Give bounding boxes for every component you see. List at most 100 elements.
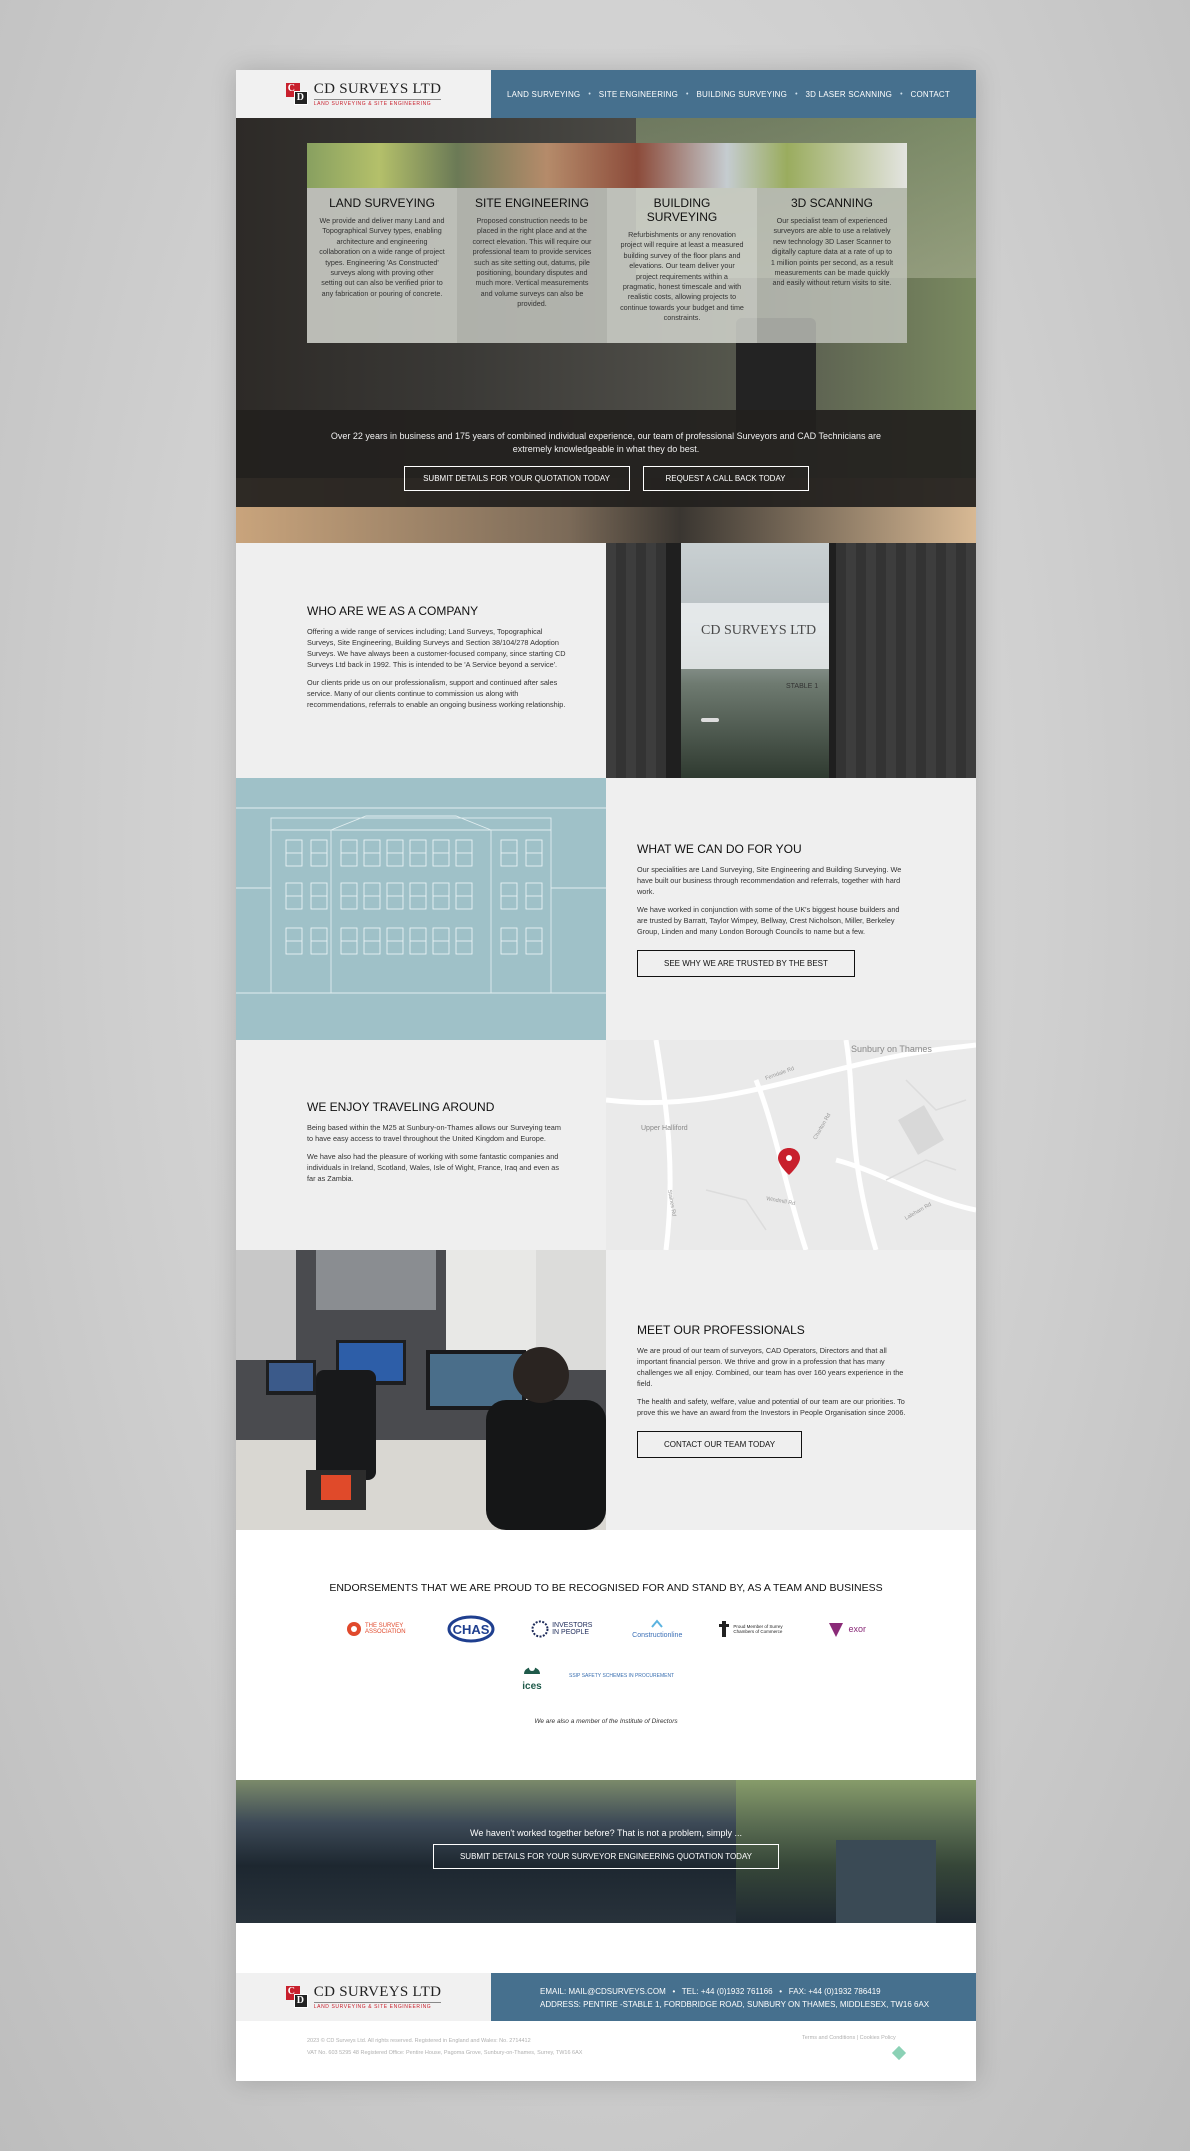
office-photo (236, 1250, 606, 1530)
iod-note: We are also a member of the Institute of… (534, 1718, 678, 1725)
svg-text:CHAS: CHAS (453, 1622, 490, 1637)
header-logo-area[interactable]: C D CD SURVEYS LTD LAND SURVEYING & SITE… (236, 70, 491, 118)
nav-separator: • (795, 90, 798, 98)
endorsements-section: ENDORSEMENTS THAT WE ARE PROUD TO BE REC… (236, 1530, 976, 1780)
trusted-button[interactable]: SEE WHY WE ARE TRUSTED BY THE BEST (637, 949, 855, 977)
map-canvas[interactable]: Sunbury on Thames Upper Halliford Fernda… (606, 1040, 976, 1250)
map-label: Charlton Rd (813, 1113, 833, 1141)
designer-logo-icon[interactable] (891, 2045, 907, 2061)
team-section: MEET OUR PROFESSIONALS We are proud of o… (236, 1250, 976, 1530)
service-card-building-surveying[interactable]: BUILDING SURVEYING Refurbishments or any… (607, 188, 757, 343)
legal-line: VAT No. 603 5295 48 Registered Office: P… (307, 2050, 583, 2056)
service-text: Proposed construction needs to be placed… (472, 216, 592, 309)
cd-logo-icon: C D (285, 83, 308, 105)
footer-separator: • (774, 1987, 787, 1996)
footer-fax: FAX: +44 (0)1932 786419 (788, 1987, 881, 1996)
location-map[interactable]: Sunbury on Thames Upper Halliford Fernda… (606, 1040, 976, 1250)
footer-address: ADDRESS: PENTIRE -STABLE 1, FORDBRIDGE R… (540, 2000, 930, 2009)
service-text: We provide and deliver many Land and Top… (319, 216, 445, 298)
site-header: C D CD SURVEYS LTD LAND SURVEYING & SITE… (236, 70, 976, 118)
ices-logo-icon[interactable]: ices (521, 1660, 543, 1692)
hero-section: LAND SURVEYING We provide and deliver ma… (236, 118, 976, 543)
nav-3d-laser-scanning[interactable]: 3D LASER SCANNING (806, 90, 893, 99)
nav-building-surveying[interactable]: BUILDING SURVEYING (696, 90, 787, 99)
chas-logo-icon[interactable]: CHAS (447, 1615, 495, 1643)
footer-contact: EMAIL: MAIL@CDSURVEYS.COM • TEL: +44 (0)… (491, 1973, 976, 2021)
service-card-3d-scanning[interactable]: 3D SCANNING Our specialist team of exper… (757, 188, 907, 343)
door-handle (701, 718, 719, 722)
nav-separator: • (588, 90, 591, 98)
footer-separator: • (668, 1987, 680, 1996)
who-paragraph: Offering a wide range of services includ… (307, 627, 566, 669)
hero-cta-band: Over 22 years in business and 175 years … (236, 410, 976, 507)
team-text: MEET OUR PROFESSIONALS We are proud of o… (606, 1250, 976, 1530)
who-text: WHO ARE WE AS A COMPANY Offering a wide … (236, 543, 606, 778)
map-label: Laleham Rd (904, 1202, 933, 1222)
map-label: Upper Halliford (641, 1125, 688, 1132)
footer-logo[interactable]: C D CD SURVEYS LTD LAND SURVEYING & SITE… (285, 1983, 442, 2010)
cta-section: We haven't worked together before? That … (236, 1780, 976, 1923)
cta-question: We haven't worked together before? That … (469, 1828, 743, 1838)
travel-paragraph: We have also had the pleasure of working… (307, 1151, 560, 1183)
logo-tagline: LAND SURVEYING & SITE ENGINEERING (313, 98, 442, 107)
logo-name: CD SURVEYS LTD (313, 1983, 442, 2000)
cta-quotation-button[interactable]: SUBMIT DETAILS FOR YOUR SURVEYOR ENGINEE… (432, 1844, 780, 1869)
call-back-button[interactable]: REQUEST A CALL BACK TODAY (642, 466, 809, 491)
constructionline-logo-icon[interactable]: Constructionline (632, 1619, 682, 1639)
site-logo[interactable]: C D CD SURVEYS LTD LAND SURVEYING & SITE… (285, 80, 442, 107)
what-title: WHAT WE CAN DO FOR YOU (637, 841, 802, 856)
team-title: MEET OUR PROFESSIONALS (637, 1322, 805, 1337)
travel-paragraph: Being based within the M25 at Sunbury-on… (307, 1122, 561, 1143)
door-label: STABLE 1 (786, 683, 819, 690)
nav-site-engineering[interactable]: SITE ENGINEERING (599, 90, 678, 99)
exor-logo-icon[interactable]: exor (827, 1619, 866, 1639)
what-section: WHAT WE CAN DO FOR YOU Our specialities … (236, 778, 976, 1040)
building-blueprint-icon (236, 807, 606, 994)
hero-lead-text: Over 22 years in business and 175 years … (330, 431, 882, 454)
site-footer: C D CD SURVEYS LTD LAND SURVEYING & SITE… (236, 1973, 976, 2021)
nav-separator: • (686, 90, 689, 98)
team-paragraph: The health and safety, welfare, value an… (637, 1396, 906, 1417)
service-title: 3D SCANNING (790, 196, 873, 210)
what-paragraph: Our specialities are Land Surveying, Sit… (637, 864, 902, 896)
who-paragraph: Our clients pride us on our professional… (307, 678, 566, 709)
what-text: WHAT WE CAN DO FOR YOU Our specialities … (606, 778, 976, 1040)
nav-contact[interactable]: CONTACT (911, 90, 950, 99)
main-nav: LAND SURVEYING • SITE ENGINEERING • BUIL… (491, 70, 976, 118)
iip-logo-icon[interactable]: INVESTORS IN PEOPLE (531, 1620, 596, 1638)
endorsements-title: ENDORSEMENTS THAT WE ARE PROUD TO BE REC… (329, 1582, 883, 1594)
tsa-logo-icon[interactable]: THE SURVEY ASSOCIATION (346, 1621, 411, 1637)
quotation-button[interactable]: SUBMIT DETAILS FOR YOUR QUOTATION TODAY (403, 466, 630, 491)
door-sign: CD SURVEYS LTD (701, 623, 817, 638)
what-paragraph: We have worked in conjunction with some … (637, 904, 900, 936)
nav-land-surveying[interactable]: LAND SURVEYING (507, 90, 580, 99)
logo-name: CD SURVEYS LTD (313, 80, 442, 97)
office-door-photo: CD SURVEYS LTD STABLE 1 (606, 543, 976, 778)
who-section: WHO ARE WE AS A COMPANY Offering a wide … (236, 543, 976, 778)
footer-logo-area[interactable]: C D CD SURVEYS LTD LAND SURVEYING & SITE… (236, 1973, 491, 2021)
service-title: SITE ENGINEERING (474, 196, 590, 210)
nav-separator: • (900, 90, 903, 98)
contact-team-button[interactable]: CONTACT OUR TEAM TODAY (637, 1430, 803, 1458)
services-panel: LAND SURVEYING We provide and deliver ma… (307, 188, 907, 343)
service-title: LAND SURVEYING (329, 196, 435, 210)
services-photo-strip (307, 143, 907, 188)
footer-email[interactable]: EMAIL: MAIL@CDSURVEYS.COM (540, 1987, 666, 1996)
map-label: Sunbury on Thames (851, 1044, 932, 1054)
service-card-site-engineering[interactable]: SITE ENGINEERING Proposed construction n… (457, 188, 607, 343)
who-title: WHO ARE WE AS A COMPANY (307, 604, 479, 618)
service-card-land-surveying[interactable]: LAND SURVEYING We provide and deliver ma… (307, 188, 457, 343)
legal-line: 2023 © CD Surveys Ltd. All rights reserv… (307, 2038, 531, 2044)
cd-logo-icon: C D (285, 1986, 308, 2008)
terms-links[interactable]: Terms and Conditions | Cookies Policy (802, 2035, 896, 2041)
travel-title: WE ENJOY TRAVELING AROUND (307, 1099, 495, 1114)
legal-bar: 2023 © CD Surveys Ltd. All rights reserv… (236, 2021, 976, 2081)
surrey-chambers-logo-icon[interactable]: Proud Member of Surrey Chambers of Comme… (718, 1619, 791, 1639)
footer-tel[interactable]: TEL: +44 (0)1932 761166 (682, 1987, 773, 1996)
service-text: Our specialist team of experienced surve… (770, 216, 894, 288)
ssip-logo-icon[interactable]: SSIP SAFETY SCHEMES IN PROCUREMENT (569, 1673, 679, 1679)
blueprint-image (236, 778, 606, 1040)
travel-section: WE ENJOY TRAVELING AROUND Being based wi… (236, 1040, 976, 1250)
service-title: BUILDING SURVEYING (646, 196, 718, 224)
team-paragraph: We are proud of our team of surveyors, C… (637, 1345, 904, 1388)
